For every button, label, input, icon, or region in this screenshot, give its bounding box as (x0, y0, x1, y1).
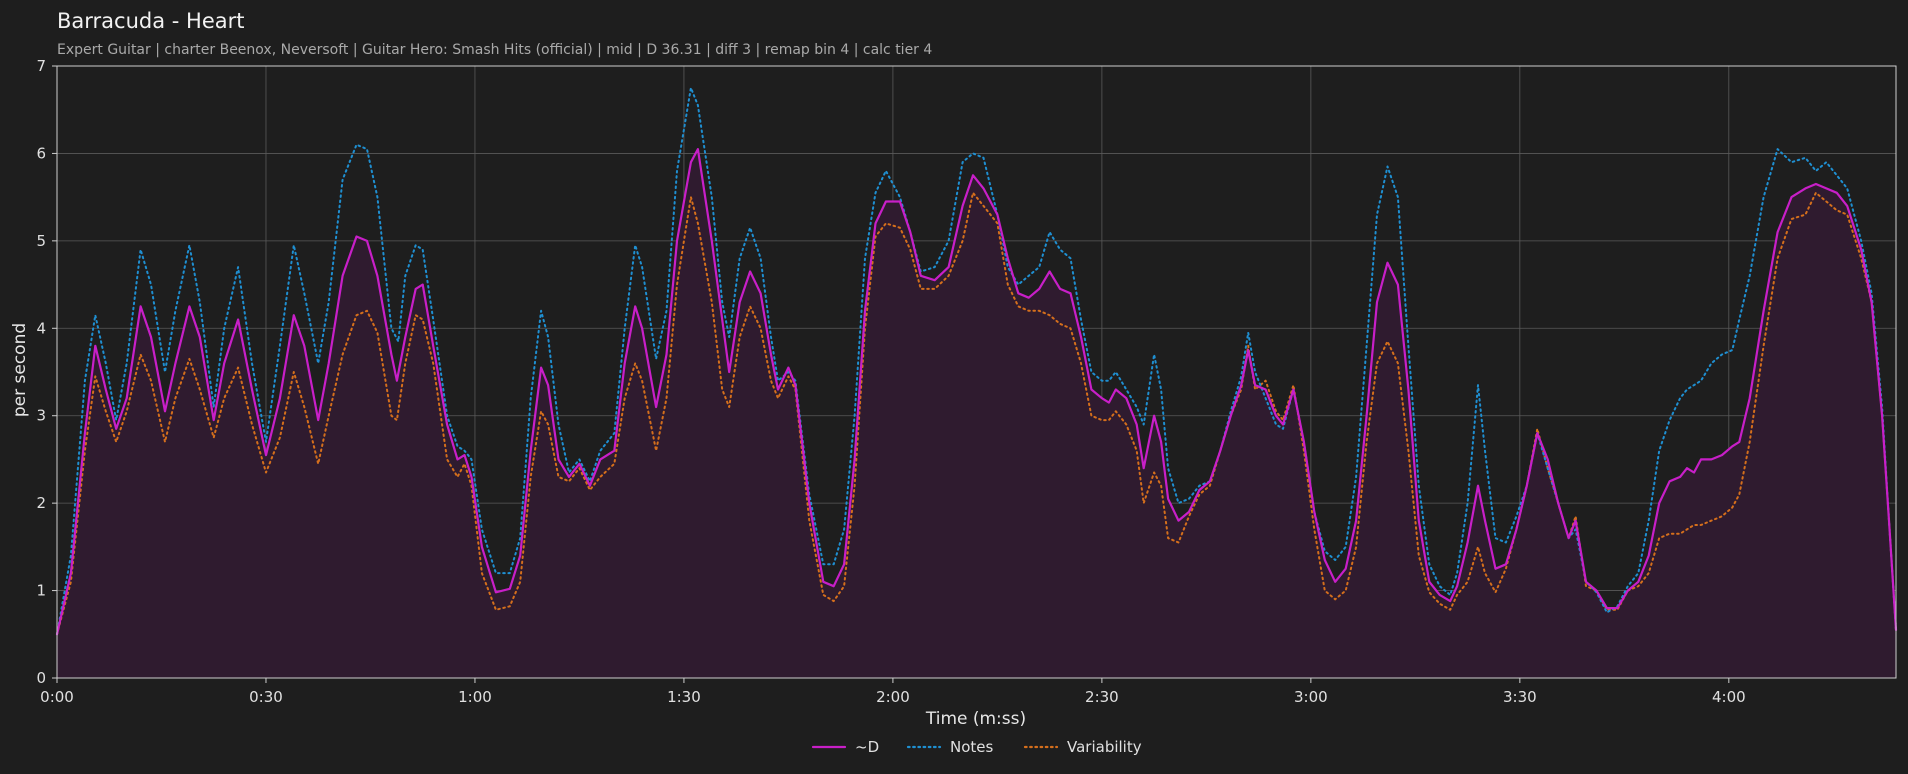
legend: ~D Notes Variability (811, 738, 1142, 756)
x-tick-label: 1:30 (667, 688, 701, 706)
y-tick-label: 6 (36, 144, 46, 162)
legend-label: Notes (950, 738, 994, 756)
x-tick-label: 0:00 (40, 688, 74, 706)
y-tick-label: 1 (36, 582, 46, 600)
y-tick-label: 2 (36, 494, 46, 512)
chart-subtitle: Expert Guitar | charter Beenox, Neversof… (57, 42, 932, 58)
x-tick-label: 2:00 (876, 688, 910, 706)
line-chart: Barracuda - Heart Expert Guitar | charte… (10, 9, 1898, 756)
area-fill (57, 149, 1896, 679)
legend-label: ~D (855, 738, 879, 756)
x-axis-label: Time (m:ss) (925, 709, 1026, 729)
y-tick-label: 4 (36, 319, 46, 337)
x-tick-label: 3:30 (1503, 688, 1537, 706)
y-tick-label: 7 (36, 57, 46, 75)
x-tick-label: 1:00 (458, 688, 492, 706)
x-tick-label: 2:30 (1085, 688, 1119, 706)
y-axis: 0 1 2 3 4 5 6 7 (36, 57, 57, 687)
y-tick-label: 5 (36, 232, 46, 250)
legend-label: Variability (1067, 738, 1142, 756)
chart-title: Barracuda - Heart (57, 9, 244, 33)
y-tick-label: 0 (36, 669, 46, 687)
chart-container: Barracuda - Heart Expert Guitar | charte… (0, 0, 1908, 774)
series-area--d (57, 149, 1896, 679)
x-tick-label: 0:30 (249, 688, 283, 706)
x-tick-label: 4:00 (1712, 688, 1746, 706)
x-axis: 0:00 0:30 1:00 1:30 2:00 2:30 3:00 3:30 4:00 (40, 678, 1746, 706)
y-tick-label: 3 (36, 407, 46, 425)
x-tick-label: 3:00 (1294, 688, 1328, 706)
y-axis-label: per second (10, 323, 30, 417)
